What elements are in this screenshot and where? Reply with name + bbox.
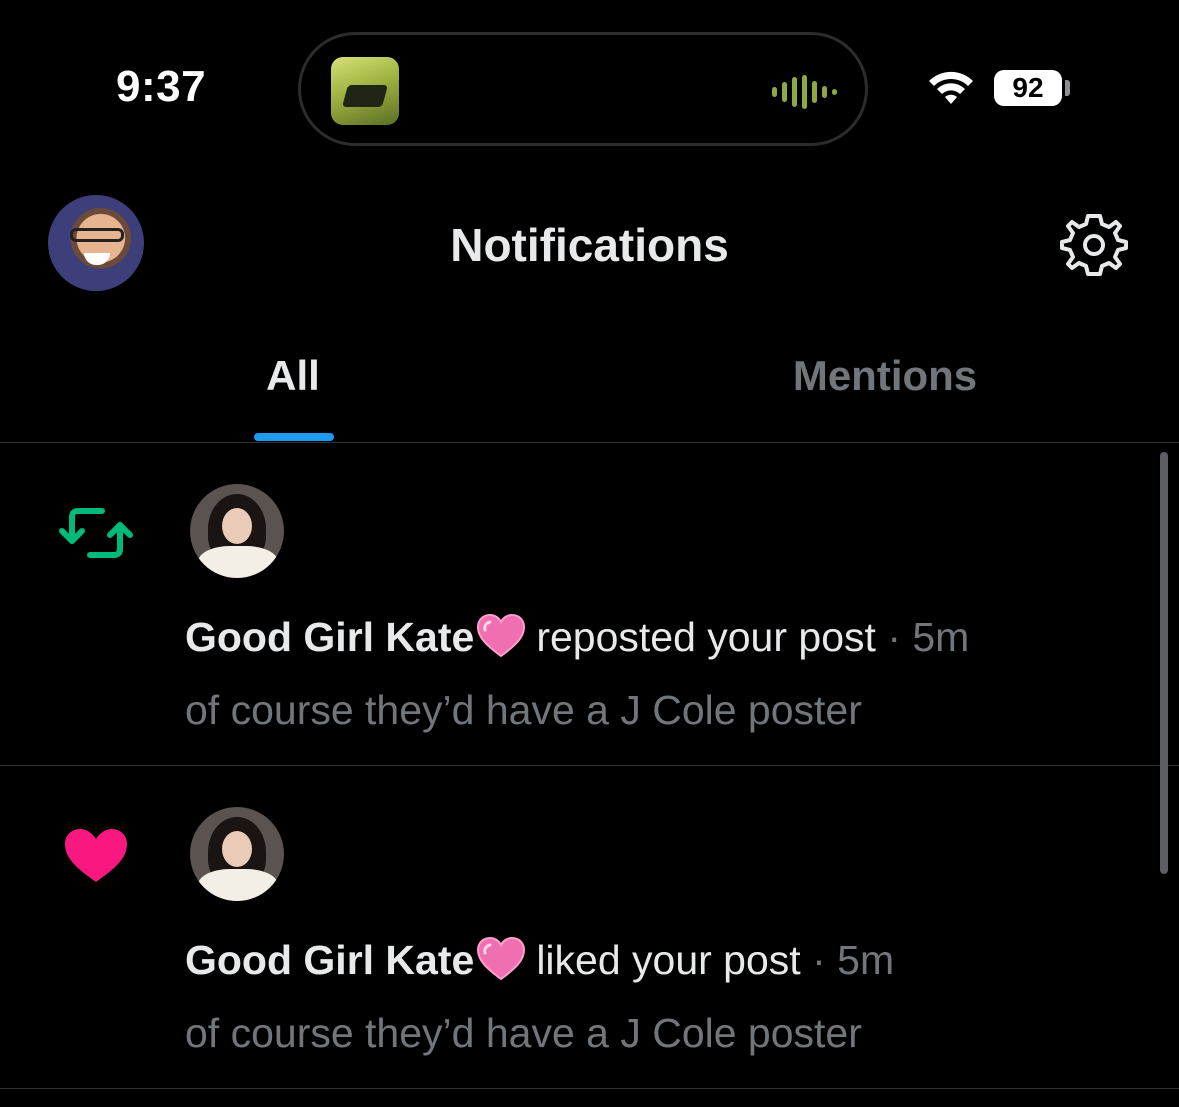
battery-cap <box>1065 80 1070 96</box>
post-preview[interactable]: of course they’d have a J Cole poster <box>185 1010 862 1057</box>
tab-all[interactable]: All <box>0 320 586 441</box>
header: Notifications <box>0 170 1179 320</box>
scrollbar[interactable] <box>1160 452 1168 874</box>
notification-time: 5m <box>837 937 895 983</box>
user-name[interactable]: Good Girl Kate <box>185 614 474 660</box>
tab-bar: All Mentions <box>0 320 1179 443</box>
active-tab-indicator <box>254 433 334 441</box>
wifi-icon <box>929 71 973 104</box>
notification-action: reposted your post <box>536 614 876 660</box>
audio-waveform-icon <box>772 75 837 109</box>
tab-all-label: All <box>266 352 320 399</box>
post-preview[interactable]: of course they’d have a J Cole poster <box>185 687 862 734</box>
pink-heart-emoji-icon <box>477 613 526 658</box>
tab-mentions[interactable]: Mentions <box>590 320 1179 440</box>
tab-mentions-label: Mentions <box>792 352 978 399</box>
repost-icon <box>59 508 133 558</box>
avatar-pillow <box>198 546 278 578</box>
notification-summary: Good Girl Kate reposted your post · 5m <box>185 613 969 661</box>
separator-dot: · <box>887 614 901 660</box>
status-bar: 9:37 92 <box>0 0 1179 170</box>
notification-item[interactable]: Good Girl Kate reposted your post · 5m of… <box>0 443 1179 766</box>
notification-time: 5m <box>912 614 970 660</box>
notification-action: liked your post <box>536 937 801 983</box>
pink-heart-emoji-icon <box>477 936 526 981</box>
avatar-face <box>222 508 252 544</box>
separator-dot: · <box>812 937 826 983</box>
avatar-pillow <box>198 869 278 901</box>
dynamic-island[interactable] <box>298 32 868 146</box>
user-name[interactable]: Good Girl Kate <box>185 937 474 983</box>
gear-icon[interactable] <box>1060 210 1128 278</box>
user-avatar[interactable] <box>190 484 284 578</box>
battery-indicator: 92 <box>994 70 1062 106</box>
avatar-face <box>222 831 252 867</box>
notification-item[interactable]: Good Girl Kate liked your post · 5m of co… <box>0 766 1179 1089</box>
album-art-thumbnail[interactable] <box>331 57 399 125</box>
status-time: 9:37 <box>116 62 207 111</box>
user-avatar[interactable] <box>190 807 284 901</box>
notification-summary: Good Girl Kate liked your post · 5m <box>185 936 894 984</box>
heart-icon <box>65 829 127 882</box>
page-title: Notifications <box>450 219 729 271</box>
